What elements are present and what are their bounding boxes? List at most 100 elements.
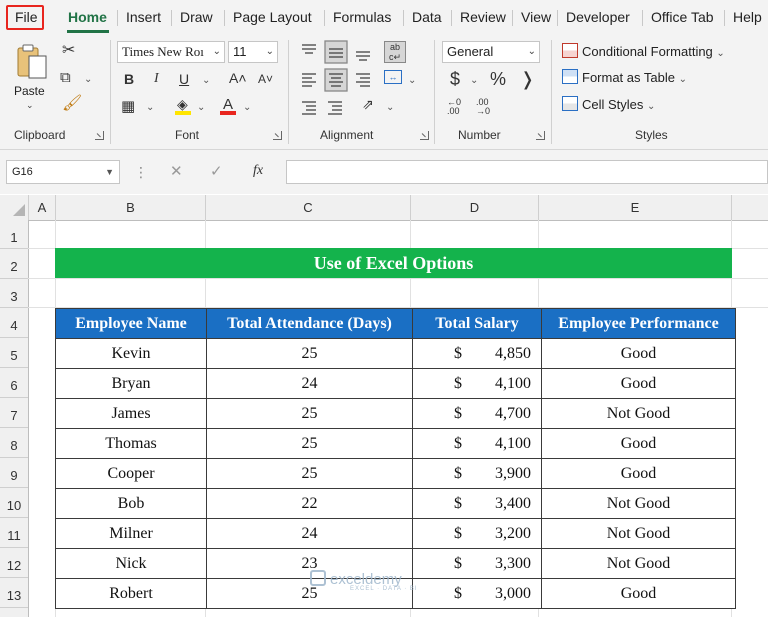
increase-decimal-button[interactable]: ←0.00 <box>447 98 461 116</box>
row-header-12[interactable]: 12 <box>0 548 28 578</box>
cell-salary[interactable]: $4,100 <box>412 428 542 459</box>
row-header-4[interactable]: 4 <box>0 308 28 338</box>
number-dialog-launcher[interactable] <box>536 131 545 140</box>
column-header-d[interactable]: D <box>411 195 539 220</box>
cell-name[interactable]: Milner <box>55 518 207 549</box>
clipboard-dialog-launcher[interactable] <box>95 131 104 140</box>
row-header-5[interactable]: 5 <box>0 338 28 368</box>
font-color-icon[interactable]: A <box>220 96 236 116</box>
cell-salary[interactable]: $4,850 <box>412 338 542 369</box>
column-header-c[interactable]: C <box>206 195 411 220</box>
wrap-text-button[interactable]: ab c↵ <box>384 41 406 63</box>
cell-styles-button[interactable]: Cell Styles ⌄ <box>562 96 655 112</box>
fill-color-icon[interactable]: ◈ <box>175 96 191 116</box>
cell-attendance[interactable]: 24 <box>206 368 413 399</box>
cell-name[interactable]: Thomas <box>55 428 207 459</box>
chevron-down-icon[interactable]: ⌄ <box>146 103 154 113</box>
row-header-9[interactable]: 9 <box>0 458 28 488</box>
tab-insert[interactable]: Insert <box>126 9 161 25</box>
cell-performance[interactable]: Good <box>541 578 736 609</box>
cell-performance[interactable]: Not Good <box>541 548 736 579</box>
row-header-10[interactable]: 10 <box>0 488 28 518</box>
formula-input[interactable] <box>286 160 768 184</box>
chevron-down-icon[interactable]: ⌄ <box>243 103 251 113</box>
cell-performance[interactable]: Good <box>541 428 736 459</box>
header-employee-performance[interactable]: Employee Performance <box>541 308 736 339</box>
cell-performance[interactable]: Good <box>541 338 736 369</box>
tab-draw[interactable]: Draw <box>180 9 213 25</box>
tab-help[interactable]: Help <box>733 9 762 25</box>
font-name-dropdown[interactable]: Times New Roı ⌄ <box>117 41 225 63</box>
tab-formulas[interactable]: Formulas <box>333 9 391 25</box>
chevron-down-icon[interactable]: ⌄ <box>470 76 478 86</box>
borders-icon[interactable]: ▦ <box>121 99 135 114</box>
chevron-down-icon[interactable]: ⌄ <box>202 76 210 86</box>
row-header-3[interactable]: 3 <box>0 279 28 308</box>
italic-button[interactable]: I <box>154 72 159 86</box>
cell-attendance[interactable]: 24 <box>206 518 413 549</box>
cell-salary[interactable]: $3,200 <box>412 518 542 549</box>
currency-button[interactable]: $ <box>450 70 460 88</box>
row-header-11[interactable]: 11 <box>0 518 28 548</box>
alignment-dialog-launcher[interactable] <box>420 131 429 140</box>
cell-attendance[interactable]: 25 <box>206 338 413 369</box>
cell-name[interactable]: Bryan <box>55 368 207 399</box>
orientation-icon[interactable]: ⇗ <box>362 97 374 111</box>
increase-font-button[interactable]: A˄ <box>229 71 247 85</box>
conditional-formatting-button[interactable]: Conditional Formatting ⌄ <box>562 43 725 59</box>
cell-name[interactable]: James <box>55 398 207 429</box>
cell-name[interactable]: Robert <box>55 578 207 609</box>
cell-salary[interactable]: $3,900 <box>412 458 542 489</box>
sheet-title[interactable]: Use of Excel Options <box>55 248 732 278</box>
cell-performance[interactable]: Good <box>541 458 736 489</box>
comma-style-button[interactable]: ❭ <box>520 70 535 88</box>
name-box[interactable]: G16 ▼ <box>6 160 120 184</box>
cell-attendance[interactable]: 25 <box>206 398 413 429</box>
number-format-dropdown[interactable]: General ⌄ <box>442 41 540 63</box>
cell-attendance[interactable]: 25 <box>206 428 413 459</box>
copy-icon[interactable]: ⧉ <box>60 70 71 85</box>
scissors-icon[interactable]: ✂ <box>62 43 75 59</box>
cell-name[interactable]: Bob <box>55 488 207 519</box>
row-header-8[interactable]: 8 <box>0 428 28 458</box>
row-header-6[interactable]: 6 <box>0 368 28 398</box>
tab-view[interactable]: View <box>521 9 551 25</box>
bold-button[interactable]: B <box>124 72 134 86</box>
enter-icon[interactable]: ✓ <box>210 164 223 179</box>
tab-data[interactable]: Data <box>412 9 442 25</box>
cell-performance[interactable]: Not Good <box>541 518 736 549</box>
header-total-attendance[interactable]: Total Attendance (Days) <box>206 308 413 339</box>
tab-developer[interactable]: Developer <box>566 9 630 25</box>
cell-name[interactable]: Cooper <box>55 458 207 489</box>
header-employee-name[interactable]: Employee Name <box>55 308 207 339</box>
cell-performance[interactable]: Not Good <box>541 398 736 429</box>
row-header-2[interactable]: 2 <box>0 249 28 279</box>
chevron-down-icon[interactable]: ⌄ <box>84 75 92 85</box>
merge-center-button[interactable]: ↔ <box>384 70 402 84</box>
cell-name[interactable]: Kevin <box>55 338 207 369</box>
cell-salary[interactable]: $3,400 <box>412 488 542 519</box>
tab-file[interactable]: File <box>15 9 38 25</box>
font-size-dropdown[interactable]: 11 ⌄ <box>228 41 278 63</box>
tab-office-tab[interactable]: Office Tab <box>651 9 714 25</box>
cell-salary[interactable]: $3,300 <box>412 548 542 579</box>
underline-button[interactable]: U <box>179 72 189 86</box>
cell-attendance[interactable]: 25 <box>206 458 413 489</box>
cell-salary[interactable]: $4,700 <box>412 398 542 429</box>
column-header-e[interactable]: E <box>539 195 732 220</box>
row-header-13[interactable]: 13 <box>0 578 28 608</box>
decrease-decimal-button[interactable]: .00 →0 <box>476 98 490 116</box>
cell-performance[interactable]: Not Good <box>541 488 736 519</box>
header-total-salary[interactable]: Total Salary <box>412 308 542 339</box>
row-header-7[interactable]: 7 <box>0 398 28 428</box>
percent-button[interactable]: % <box>490 70 506 88</box>
cell-attendance[interactable]: 22 <box>206 488 413 519</box>
cancel-icon[interactable]: ✕ <box>170 164 183 179</box>
cell-name[interactable]: Nick <box>55 548 207 579</box>
select-all-corner[interactable] <box>0 195 29 220</box>
chevron-down-icon[interactable]: ⌄ <box>408 76 416 86</box>
cell-performance[interactable]: Good <box>541 368 736 399</box>
cell-salary[interactable]: $4,100 <box>412 368 542 399</box>
insert-function-icon[interactable]: fx <box>253 164 263 178</box>
paintbrush-icon[interactable]: 🖌 <box>62 96 82 112</box>
